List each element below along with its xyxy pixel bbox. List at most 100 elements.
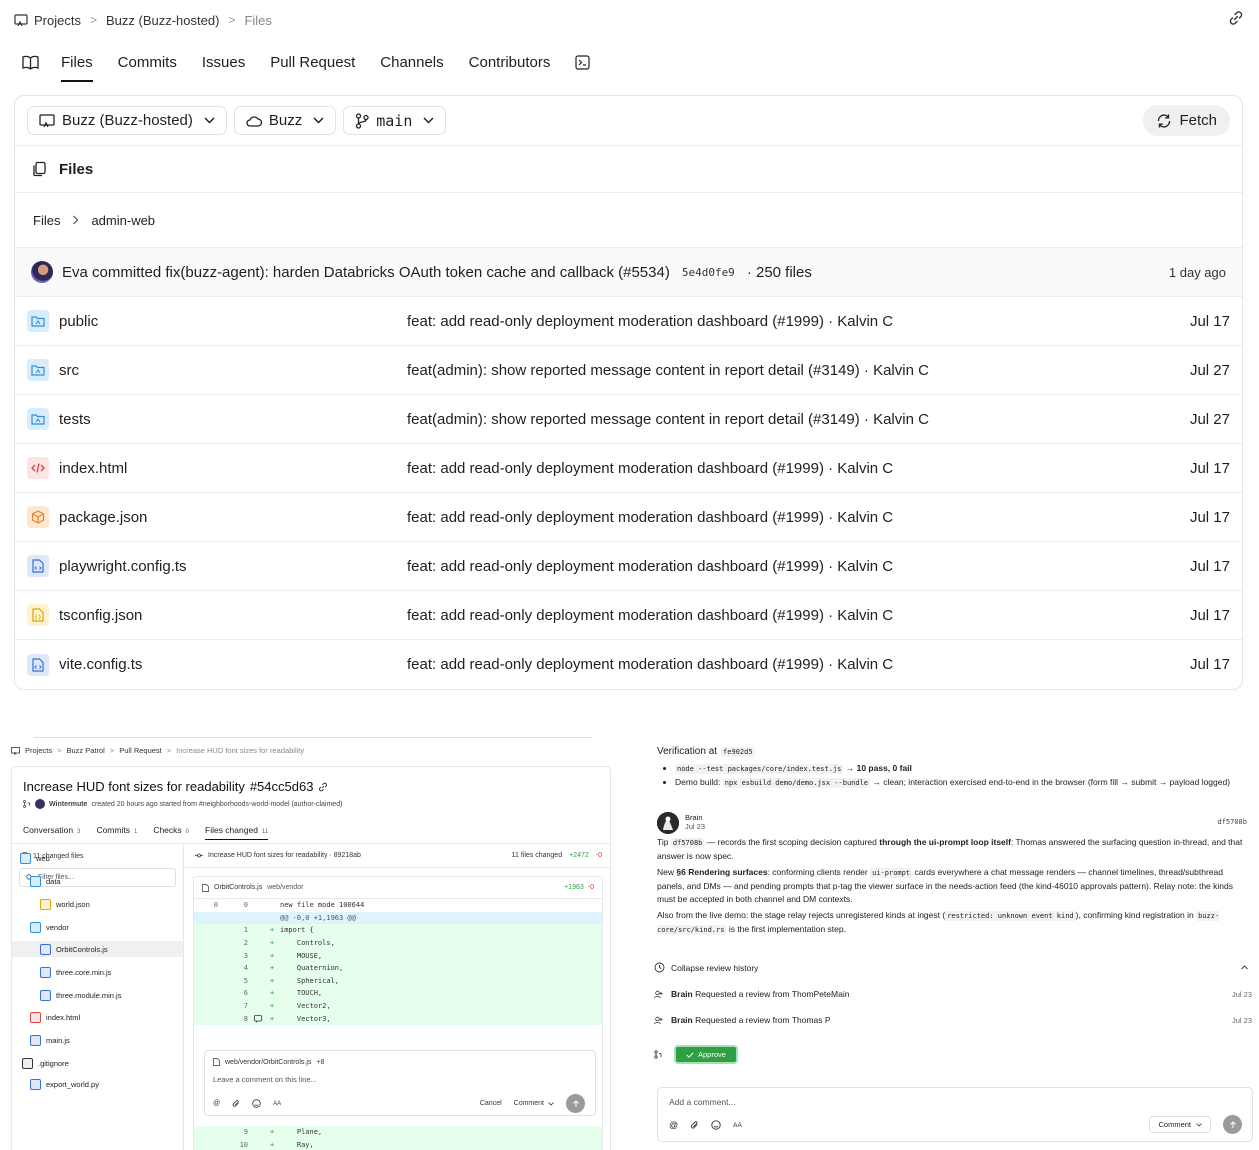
diff-line-added[interactable]: 6 + TOUCH, (194, 987, 602, 1000)
pr-crumb-projects[interactable]: Projects (25, 746, 52, 755)
tree-file[interactable]: export_world.py (30, 1076, 99, 1092)
file-row[interactable]: playwright.config.ts feat: add read-only … (15, 542, 1242, 591)
diff-line-added[interactable]: 3 + MOUSE, (194, 949, 602, 962)
cancel-button[interactable]: Cancel (480, 1100, 502, 1107)
emoji-icon[interactable] (252, 1099, 261, 1108)
tab-pull-request[interactable]: Pull Request (270, 42, 355, 82)
diff-line-added[interactable]: 4 + Quaternion, (194, 961, 602, 975)
file-name[interactable]: index.html (59, 460, 127, 477)
tab-commits[interactable]: Commits 1 (96, 825, 137, 840)
diff-line-added[interactable]: 1 + import { (194, 924, 602, 937)
request-actor[interactable]: Brain (671, 1015, 693, 1025)
diff-commit[interactable]: Increase HUD font sizes for readability … (208, 852, 361, 859)
file-row[interactable]: vite.config.ts feat: add read-only deploy… (15, 640, 1242, 689)
tab-commits[interactable]: Commits (118, 42, 177, 82)
book-icon[interactable] (22, 55, 39, 70)
comment-author-name[interactable]: Brain (685, 813, 703, 822)
pr-crumb-pr[interactable]: Pull Request (119, 746, 162, 755)
mention-icon[interactable]: @ (213, 1100, 220, 1107)
diff-line-added[interactable]: 7 + Vector2, (194, 999, 602, 1013)
tab-conversation[interactable]: Conversation 3 (23, 825, 80, 840)
tree-file[interactable]: three.module.min.js (40, 987, 121, 1003)
file-row[interactable]: package.json feat: add read-only deployme… (15, 493, 1242, 542)
file-commit-message[interactable]: feat: add read-only deployment moderatio… (407, 656, 893, 673)
breadcrumb-projects[interactable]: Projects (34, 13, 81, 28)
file-commit-message[interactable]: feat: add read-only deployment moderatio… (407, 509, 893, 526)
commit-author[interactable]: Eva (62, 264, 88, 281)
chevron-up-icon[interactable] (1241, 965, 1248, 970)
file-name[interactable]: src (59, 362, 79, 379)
diff-file-name[interactable]: OrbitControls.js (214, 884, 262, 891)
files-title: Files (59, 160, 94, 178)
branch-dropdown[interactable]: main (343, 106, 447, 135)
file-name[interactable]: tsconfig.json (59, 607, 142, 624)
file-commit-message[interactable]: feat: add read-only deployment moderatio… (407, 313, 893, 330)
link-icon[interactable] (318, 782, 328, 792)
send-button[interactable] (1223, 1115, 1242, 1134)
tree-file[interactable]: OrbitControls.js (12, 941, 183, 957)
file-commit-message[interactable]: feat(admin): show reported message conte… (407, 411, 929, 428)
diff-line-added[interactable]: 10 + Ray, (194, 1138, 602, 1150)
comment-input[interactable]: Add a comment... (669, 1097, 736, 1107)
emoji-icon[interactable] (711, 1120, 721, 1130)
file-name[interactable]: public (59, 313, 98, 330)
format-icon[interactable]: AA (273, 1101, 281, 1107)
mention-icon[interactable]: @ (669, 1120, 678, 1130)
send-button[interactable] (566, 1094, 585, 1113)
approve-button[interactable]: Approve (674, 1045, 738, 1064)
file-name[interactable]: package.json (59, 509, 147, 526)
repo-dropdown[interactable]: Buzz (Buzz-hosted) (27, 106, 227, 135)
pr-author[interactable]: Wintermute (49, 801, 87, 808)
file-name[interactable]: playwright.config.ts (59, 558, 187, 575)
tab-files[interactable]: Files (61, 42, 93, 82)
tree-folder[interactable]: vendor (30, 919, 69, 935)
attach-icon[interactable] (690, 1120, 699, 1130)
collapse-review-history[interactable]: Collapse review history (654, 962, 1254, 973)
tree-file[interactable]: world.json (40, 896, 90, 912)
tab-checks[interactable]: Checks 0 (153, 825, 189, 840)
code-icon (27, 457, 49, 479)
comment-button[interactable]: Comment (1149, 1116, 1211, 1133)
diff-line-added[interactable]: 8 + Vector3, (194, 1012, 602, 1025)
diff-line-added[interactable]: 5 + Spherical, (194, 974, 602, 988)
tree-file[interactable]: three.core.min.js (40, 964, 111, 980)
commit-hash[interactable]: 5e4d0fe9 (682, 266, 735, 279)
request-actor[interactable]: Brain (671, 989, 693, 999)
comment-button[interactable]: Comment (514, 1100, 554, 1107)
remote-dropdown[interactable]: Buzz (233, 106, 337, 135)
breadcrumb-repo[interactable]: Buzz (Buzz-hosted) (106, 13, 219, 28)
tab-files-changed[interactable]: Files changed 11 (205, 825, 269, 840)
comment-icon[interactable] (254, 1014, 270, 1023)
file-commit-message[interactable]: feat: add read-only deployment moderatio… (407, 460, 893, 477)
commit-message[interactable]: committed fix(buzz-agent): harden Databr… (92, 264, 670, 281)
attach-icon[interactable] (232, 1099, 240, 1108)
tree-folder[interactable]: data (30, 873, 61, 889)
file-row[interactable]: src feat(admin): show reported message co… (15, 346, 1242, 395)
file-row[interactable]: tests feat(admin): show reported message … (15, 395, 1242, 444)
diff-line-added[interactable]: 2 + Controls, (194, 936, 602, 950)
tree-file[interactable]: .gitignore (22, 1055, 69, 1071)
tree-file[interactable]: index.html (30, 1009, 80, 1025)
format-icon[interactable]: AA (733, 1122, 742, 1129)
fetch-button[interactable]: Fetch (1143, 105, 1230, 136)
comment-hash[interactable]: df5708b (1217, 818, 1247, 826)
file-row[interactable]: public feat: add read-only deployment mod… (15, 297, 1242, 346)
path-root[interactable]: Files (33, 213, 60, 228)
file-name[interactable]: tests (59, 411, 91, 428)
file-commit-message[interactable]: feat: add read-only deployment moderatio… (407, 558, 893, 575)
file-row[interactable]: index.html feat: add read-only deployment… (15, 444, 1242, 493)
diff-line-added[interactable]: 9 + Plane, (194, 1126, 602, 1139)
tab-channels[interactable]: Channels (380, 42, 443, 82)
file-commit-message[interactable]: feat: add read-only deployment moderatio… (407, 607, 893, 624)
link-icon[interactable] (1228, 10, 1244, 26)
tab-issues[interactable]: Issues (202, 42, 245, 82)
pr-crumb-repo[interactable]: Buzz Patrol (66, 746, 104, 755)
file-name[interactable]: vite.config.ts (59, 656, 142, 673)
tree-file[interactable]: main.js (30, 1032, 70, 1048)
terminal-icon[interactable] (575, 54, 590, 70)
tree-folder[interactable]: web (20, 850, 50, 866)
tab-contributors[interactable]: Contributors (469, 42, 551, 82)
file-row[interactable]: tsconfig.json feat: add read-only deploym… (15, 591, 1242, 640)
comment-input[interactable]: Leave a comment on this line... (213, 1075, 317, 1084)
file-commit-message[interactable]: feat(admin): show reported message conte… (407, 362, 929, 379)
